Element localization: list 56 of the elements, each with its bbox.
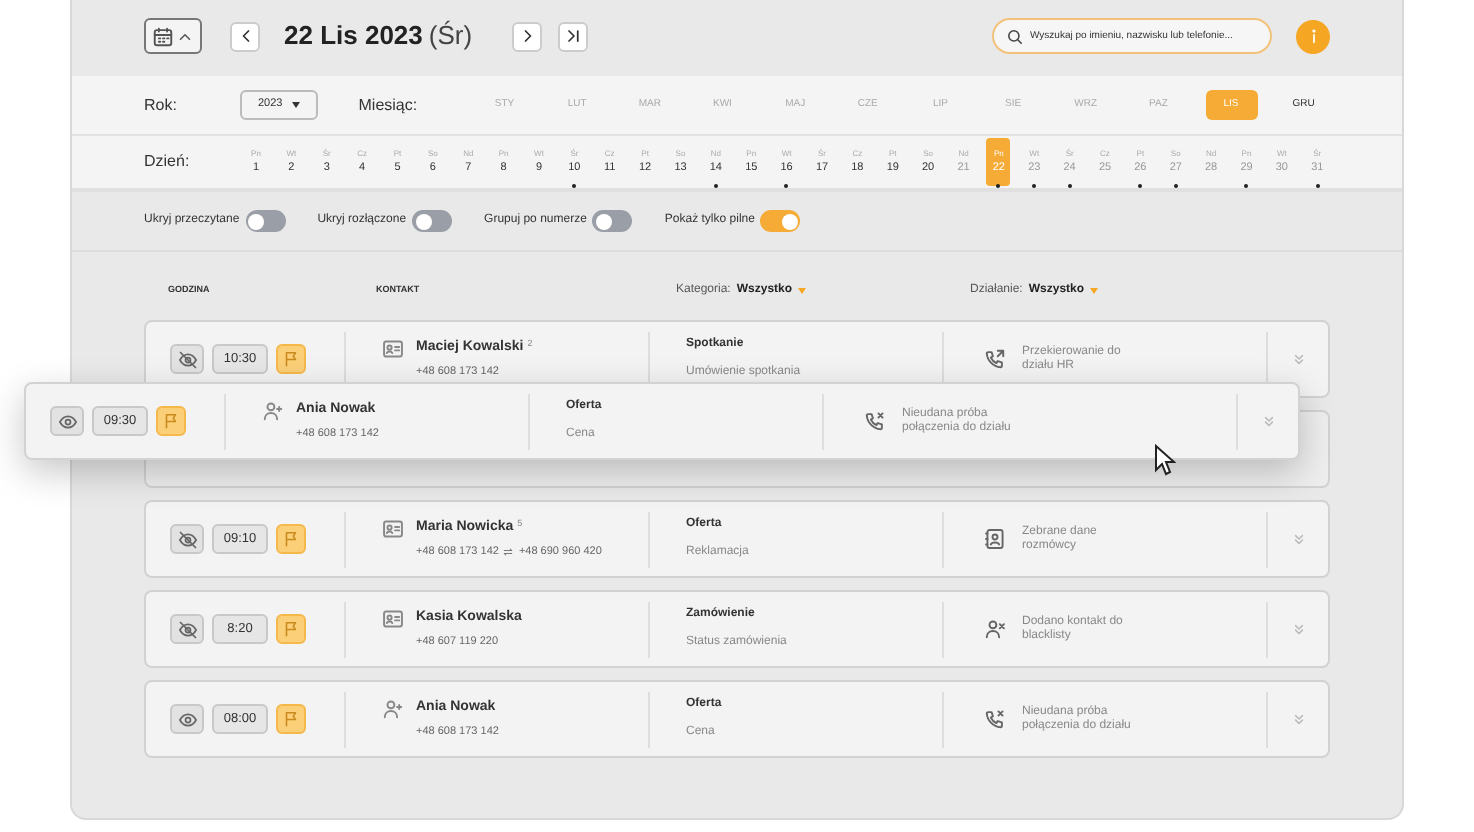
double-chevron-icon xyxy=(1289,350,1307,368)
caret-down-icon xyxy=(1090,287,1099,293)
calendar-icon xyxy=(152,25,174,47)
flag-icon xyxy=(162,412,180,430)
caret-down-icon xyxy=(798,287,807,293)
phone-missed-icon xyxy=(984,708,1006,730)
add-person-icon xyxy=(382,697,404,719)
flag-icon xyxy=(282,530,300,548)
flag-icon xyxy=(282,710,300,728)
caret-down-icon xyxy=(292,102,301,108)
flag-icon xyxy=(282,620,300,638)
eye-icon xyxy=(57,411,77,431)
add-person-icon xyxy=(262,399,284,421)
day-label: Dzień: xyxy=(144,150,192,174)
visibility-off-button[interactable] xyxy=(170,614,204,644)
visibility-button[interactable] xyxy=(50,406,84,436)
flag-icon xyxy=(282,350,300,368)
toggle-switch[interactable] xyxy=(592,210,633,232)
year-label: Rok: xyxy=(144,93,179,117)
last-button[interactable] xyxy=(558,21,589,51)
phone-forward-icon xyxy=(984,348,1006,370)
date-title: 22 Lis 2023 xyxy=(284,18,423,55)
calendar-button[interactable] xyxy=(144,18,202,54)
eye-off-icon xyxy=(177,349,197,369)
weekday-label: (Śr) xyxy=(428,18,473,55)
flag-button[interactable] xyxy=(276,524,306,554)
person-remove-icon xyxy=(984,618,1006,640)
info-button[interactable] xyxy=(1296,19,1330,53)
contact-card-icon xyxy=(382,517,404,539)
toggle-switch[interactable] xyxy=(760,210,801,232)
visibility-off-button[interactable] xyxy=(170,344,204,374)
previous-button[interactable] xyxy=(230,21,260,51)
double-chevron-icon xyxy=(1289,710,1307,728)
flag-button[interactable] xyxy=(276,614,306,644)
flag-button[interactable] xyxy=(276,344,306,374)
contact-card-icon xyxy=(382,337,404,359)
visibility-button[interactable] xyxy=(170,704,204,734)
eye-off-icon xyxy=(177,619,197,639)
skip-end-icon xyxy=(563,26,584,46)
id-badge-icon xyxy=(984,528,1006,550)
swap-icon xyxy=(502,546,515,559)
flag-button[interactable] xyxy=(276,704,306,734)
toggle-switch[interactable] xyxy=(412,210,453,232)
phone-missed-icon xyxy=(864,410,886,432)
next-button[interactable] xyxy=(512,21,543,51)
double-chevron-icon xyxy=(1289,620,1307,638)
month-label: Miesiąc: xyxy=(358,93,420,117)
eye-icon xyxy=(177,709,197,729)
double-chevron-icon xyxy=(1259,412,1277,430)
visibility-off-button[interactable] xyxy=(170,524,204,554)
contact-card-icon xyxy=(382,607,404,629)
flag-button[interactable] xyxy=(156,406,186,436)
double-chevron-icon xyxy=(1289,530,1307,548)
search-icon xyxy=(1006,27,1024,45)
toggle-switch[interactable] xyxy=(245,210,286,232)
eye-off-icon xyxy=(177,529,197,549)
